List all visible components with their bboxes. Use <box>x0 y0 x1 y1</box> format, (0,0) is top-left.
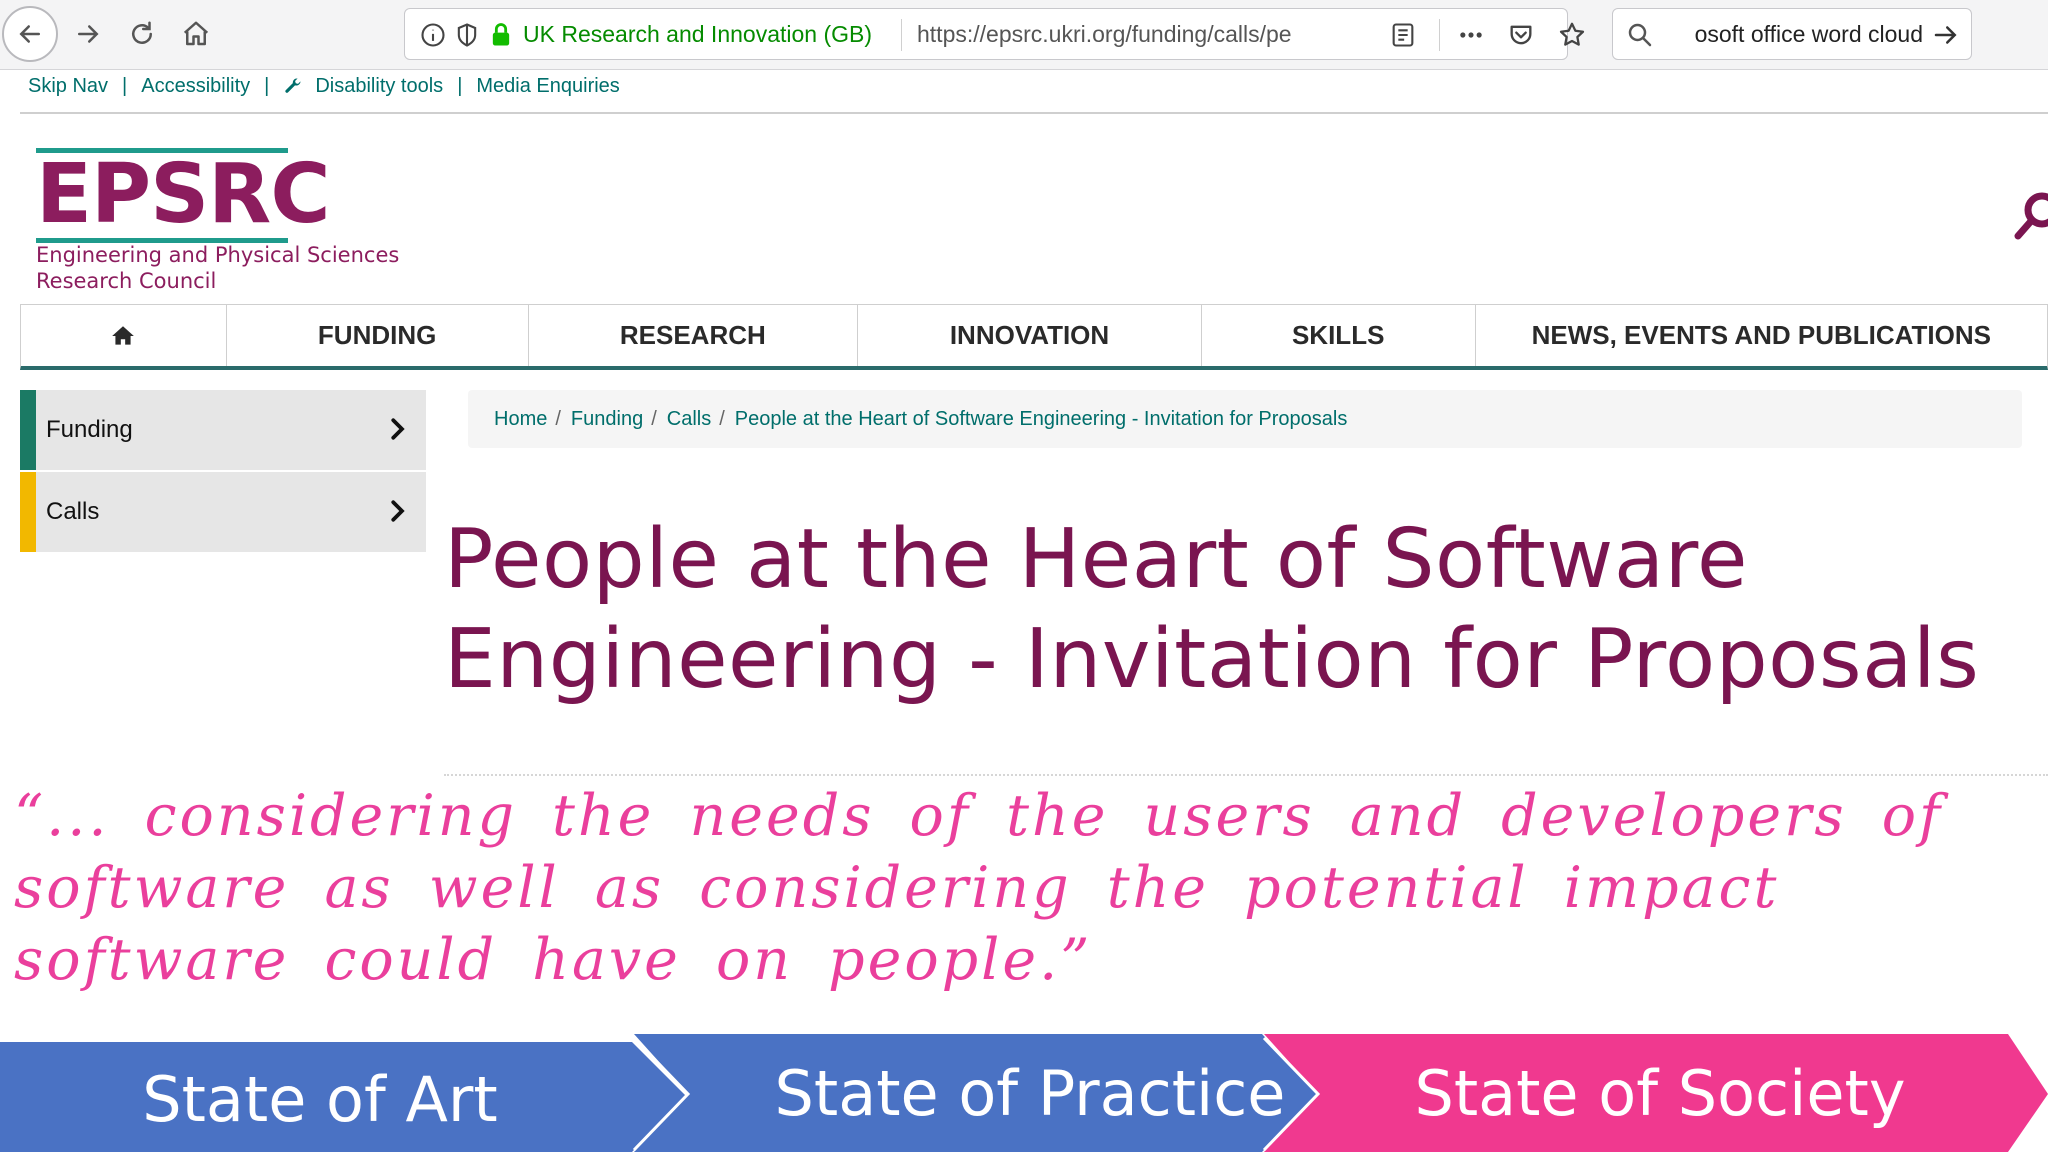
back-button[interactable] <box>2 6 58 62</box>
logo-subtitle: Engineering and Physical Sciences Resear… <box>36 242 399 294</box>
sidebar-accent <box>20 472 36 552</box>
url-divider <box>1439 19 1440 51</box>
logo-subtitle-line2: Research Council <box>36 269 217 293</box>
lock-icon[interactable] <box>487 21 515 49</box>
home-icon <box>112 325 135 345</box>
reader-view-icon[interactable] <box>1389 21 1417 49</box>
arrow-right-icon[interactable] <box>1931 20 1961 50</box>
stage-state-of-art: State of Art <box>142 1062 498 1136</box>
breadcrumb-home[interactable]: Home <box>494 408 547 431</box>
utility-links: Skip Nav | Accessibility | Disability to… <box>28 72 620 100</box>
content-divider <box>444 774 2048 776</box>
search-icon <box>1628 23 1652 47</box>
nav-funding[interactable]: FUNDING <box>227 305 529 366</box>
more-icon[interactable] <box>1457 21 1485 49</box>
page-title-line2: Engineering - Invitation for Proposals <box>444 612 1980 707</box>
sidebar-item-label: Calls <box>46 498 100 525</box>
link-separator: | <box>264 74 270 97</box>
accessibility-link[interactable]: Accessibility <box>141 75 250 98</box>
wrench-icon <box>285 78 301 93</box>
breadcrumb-current[interactable]: People at the Heart of Software Engineer… <box>735 408 1348 431</box>
stage-state-of-practice: State of Practice <box>774 1056 1286 1130</box>
breadcrumb: Home / Funding / Calls / People at the Hear… <box>468 390 2022 448</box>
sidebar-item-funding[interactable]: Funding <box>20 390 426 470</box>
url-divider <box>901 19 902 51</box>
bookmark-star-icon[interactable] <box>1557 20 1587 50</box>
site-search-icon[interactable] <box>2006 186 2048 246</box>
breadcrumb-separator: / <box>555 407 561 430</box>
browser-toolbar: UK Research and Innovation (GB) https://… <box>0 0 2048 70</box>
nav-innovation[interactable]: INNOVATION <box>858 305 1202 366</box>
sidebar-accent <box>20 390 36 470</box>
chevron-right-icon <box>391 418 405 440</box>
breadcrumb-funding[interactable]: Funding <box>571 408 643 431</box>
nav-research[interactable]: RESEARCH <box>529 305 859 366</box>
logo-wordmark: EPSRC <box>36 147 330 242</box>
reload-icon <box>132 21 152 44</box>
url-bar[interactable]: UK Research and Innovation (GB) https://… <box>404 8 1585 60</box>
epsrc-logo[interactable]: EPSRC Engineering and Physical Sciences … <box>36 147 399 298</box>
url-text[interactable]: https://epsrc.ukri.org/funding/calls/pe <box>917 21 1337 48</box>
search-bar[interactable]: osoft office word cloud <box>1612 8 1972 60</box>
back-icon <box>19 25 40 43</box>
breadcrumb-calls[interactable]: Calls <box>667 408 711 431</box>
breadcrumb-separator: / <box>719 407 725 430</box>
skip-nav-link[interactable]: Skip Nav <box>28 75 108 98</box>
home-icon <box>183 21 209 46</box>
tracking-shield-icon[interactable] <box>453 21 481 49</box>
sidebar-item-label: Funding <box>46 416 133 443</box>
forward-button[interactable] <box>62 8 114 60</box>
media-enquiries-link[interactable]: Media Enquiries <box>476 75 619 98</box>
link-separator: | <box>122 74 128 97</box>
nav-home[interactable] <box>21 305 227 366</box>
stage-state-of-society: State of Society <box>1414 1056 1906 1130</box>
chevron-right-icon <box>391 500 405 522</box>
nav-skills[interactable]: SKILLS <box>1202 305 1476 366</box>
disability-tools-link[interactable]: Disability tools <box>315 75 443 98</box>
site-identity[interactable]: UK Research and Innovation (GB) <box>523 21 872 48</box>
search-input[interactable]: osoft office word cloud <box>1667 21 1923 48</box>
nav-news-events-publications[interactable]: NEWS, EVENTS AND PUBLICATIONS <box>1476 305 2047 366</box>
logo-subtitle-line1: Engineering and Physical Sciences <box>36 243 400 267</box>
forward-icon <box>78 25 99 43</box>
info-icon[interactable] <box>419 21 447 49</box>
pocket-icon[interactable] <box>1507 21 1535 49</box>
sidebar-item-calls[interactable]: Calls <box>20 472 426 552</box>
home-button[interactable] <box>170 8 222 60</box>
link-separator: | <box>457 74 463 97</box>
handwritten-quote: “... considering the needs of the users … <box>14 783 1944 993</box>
page-title-line1: People at the Heart of Software <box>444 512 1748 607</box>
reload-button[interactable] <box>116 8 168 60</box>
breadcrumb-separator: / <box>651 407 657 430</box>
main-navigation: FUNDING RESEARCH INNOVATION SKILLS NEWS,… <box>20 304 2048 370</box>
page-title: People at the Heart of Software Engineer… <box>444 510 2004 710</box>
header-divider <box>20 112 2048 114</box>
